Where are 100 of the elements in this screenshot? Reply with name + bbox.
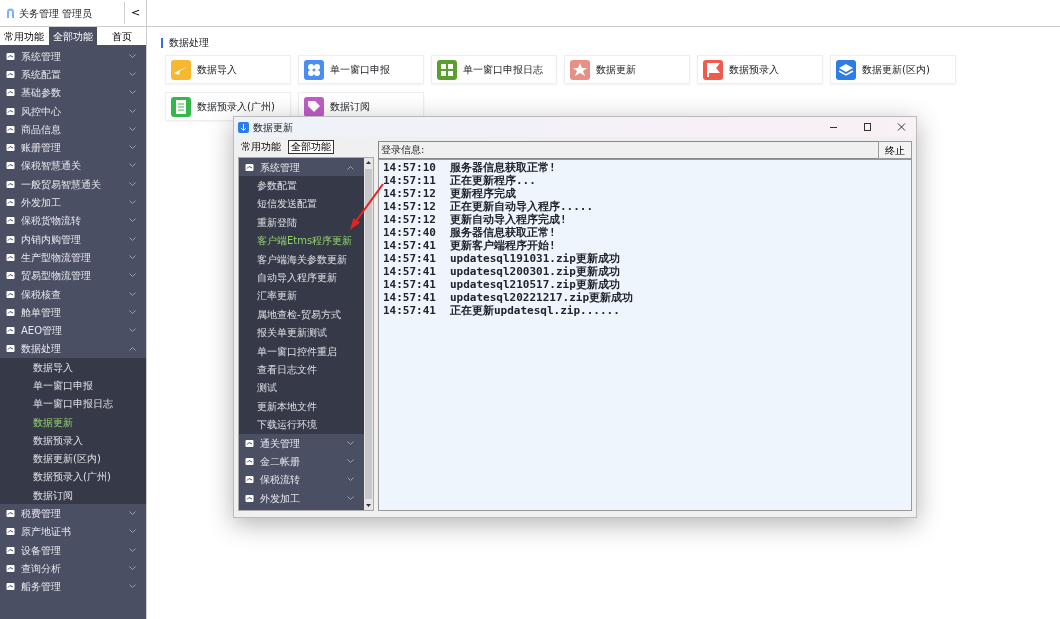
menu-item[interactable]: 设备管理: [0, 541, 146, 560]
log-message: 正在更新程序...: [450, 174, 536, 187]
scroll-down-icon[interactable]: [364, 501, 373, 510]
menu-icon: [245, 438, 254, 448]
function-tile[interactable]: 数据预录入(广州): [165, 92, 291, 121]
function-tile[interactable]: 单一窗口申报: [298, 55, 424, 84]
menu-item[interactable]: 通关管理: [239, 433, 364, 453]
function-tile[interactable]: 数据预录入: [697, 55, 823, 84]
menu-icon: [6, 106, 15, 116]
menu-icon: [6, 344, 15, 354]
log-time: 14:57:12: [383, 213, 436, 226]
submenu-item[interactable]: 测试: [239, 378, 364, 398]
menu-item[interactable]: 船务管理: [0, 577, 146, 596]
app-icon: [238, 121, 249, 133]
submenu-item[interactable]: 数据预录入: [0, 431, 146, 450]
submenu-item[interactable]: 自动导入程序更新: [239, 268, 364, 287]
menu-item[interactable]: 外发加工: [239, 489, 364, 508]
expand-chevron-icon: [129, 90, 136, 96]
submenu-item[interactable]: 数据订阅: [0, 486, 146, 505]
menu-item[interactable]: 系统配置: [0, 65, 146, 84]
menu-item[interactable]: 查询分析: [0, 559, 146, 578]
submenu-item[interactable]: 汇率更新: [239, 286, 364, 306]
scroll-up-icon[interactable]: [364, 158, 373, 167]
expand-chevron-icon: [129, 145, 136, 151]
submenu-item[interactable]: 客户端海关参数更新: [239, 249, 364, 269]
submenu-item[interactable]: 数据导入: [0, 358, 146, 377]
sidebar-tab[interactable]: 全部功能: [48, 27, 98, 45]
menu-item[interactable]: 税费管理: [0, 504, 146, 523]
menu-icon: [6, 88, 15, 98]
expand-chevron-icon: [347, 458, 354, 464]
menu-icon: [6, 161, 15, 171]
menu-icon: [6, 509, 15, 519]
submenu-item[interactable]: 属地查检-贸易方式: [239, 305, 364, 324]
menu-item[interactable]: 内销内购管理: [0, 229, 146, 249]
submenu-item[interactable]: 单一窗口申报日志: [0, 394, 146, 413]
expand-chevron-icon: [129, 236, 136, 242]
dialog-tab[interactable]: 全部功能: [288, 140, 334, 154]
menu-item[interactable]: 商品信息: [0, 120, 146, 139]
expand-chevron-icon: [347, 440, 354, 446]
menu-item[interactable]: 系统管理: [0, 47, 146, 66]
log-time: 14:57:41: [383, 291, 436, 304]
menu-item[interactable]: 保税智慧通关: [0, 156, 146, 176]
menu-icon: [245, 493, 254, 503]
menu-item[interactable]: 外发加工: [0, 193, 146, 212]
expand-chevron-icon: [129, 565, 136, 571]
menu-item[interactable]: 保税货物流转: [0, 211, 146, 230]
menu-item[interactable]: 数据处理: [0, 339, 146, 359]
expand-chevron-icon: [129, 511, 136, 517]
log-time: 14:57:41: [383, 304, 436, 317]
submenu-item[interactable]: 下载运行环境: [239, 415, 364, 434]
submenu-item[interactable]: 参数配置: [239, 176, 364, 195]
submenu-item[interactable]: 数据预录入(广州): [0, 467, 146, 487]
menu-item[interactable]: 金二帐册: [239, 452, 364, 471]
menu-item[interactable]: 基础参数: [0, 83, 146, 102]
submenu-item[interactable]: 客户端Etms程序更新: [239, 231, 364, 250]
log-message: updatesql20221217.zip更新成功: [450, 291, 634, 304]
submenu-item[interactable]: 重新登陆: [239, 213, 364, 232]
function-tile[interactable]: 数据更新: [564, 55, 690, 84]
submenu-item[interactable]: 数据更新(区内): [0, 449, 146, 468]
scrollbar[interactable]: [364, 158, 373, 510]
submenu-item[interactable]: 报关单更新测试: [239, 323, 364, 342]
menu-item[interactable]: 账册管理: [0, 138, 146, 157]
menu-icon: [6, 216, 15, 226]
menu-item[interactable]: 舱单管理: [0, 303, 146, 322]
dialog-tab[interactable]: 常用功能: [238, 140, 284, 154]
menu-icon: [6, 563, 15, 573]
expand-chevron-icon: [129, 273, 136, 279]
menu-item[interactable]: 系统管理: [239, 158, 364, 177]
function-tile[interactable]: 单一窗口申报日志: [431, 55, 557, 84]
function-tile[interactable]: 数据导入: [165, 55, 291, 84]
menu-item[interactable]: 一般贸易智慧通关: [0, 175, 146, 194]
menu-item[interactable]: AEO管理: [0, 321, 146, 340]
function-tile[interactable]: 数据更新(区内): [830, 55, 956, 84]
submenu-item[interactable]: 数据更新: [0, 412, 146, 432]
menu-icon: [6, 582, 15, 592]
menu-item[interactable]: 贸易型物流管理: [0, 266, 146, 285]
menu-icon: [6, 545, 15, 555]
menu-item[interactable]: 保税流转: [239, 470, 364, 490]
menu-item[interactable]: 生产型物流管理: [0, 248, 146, 267]
log-message: updatesql200301.zip更新成功: [450, 265, 620, 278]
menu-icon: [6, 179, 15, 189]
log-message: 服务器信息获取正常!: [450, 226, 556, 239]
menu-icon: [6, 143, 15, 153]
menu-icon: [245, 475, 254, 485]
log-message: 更新自动导入程序完成!: [450, 213, 567, 226]
menu-icon: [6, 252, 15, 262]
submenu-item[interactable]: 单一窗口申报: [0, 376, 146, 395]
menu-item[interactable]: 保税核查: [0, 284, 146, 304]
menu-icon: [245, 162, 254, 172]
expand-chevron-icon: [129, 529, 136, 535]
submenu-item[interactable]: 查看日志文件: [239, 360, 364, 379]
expand-chevron-icon: [129, 200, 136, 205]
stop-button[interactable]: 终止: [878, 141, 912, 159]
log-message: updatesql191031.zip更新成功: [450, 252, 620, 265]
submenu-item[interactable]: 短信发送配置: [239, 194, 364, 214]
menu-item[interactable]: 风控中心: [0, 101, 146, 121]
submenu-item[interactable]: 单一窗口控件重启: [239, 341, 364, 361]
maximize-icon: [861, 121, 873, 132]
menu-item[interactable]: 原产地证书: [0, 522, 146, 541]
submenu-item[interactable]: 更新本地文件: [239, 397, 364, 416]
